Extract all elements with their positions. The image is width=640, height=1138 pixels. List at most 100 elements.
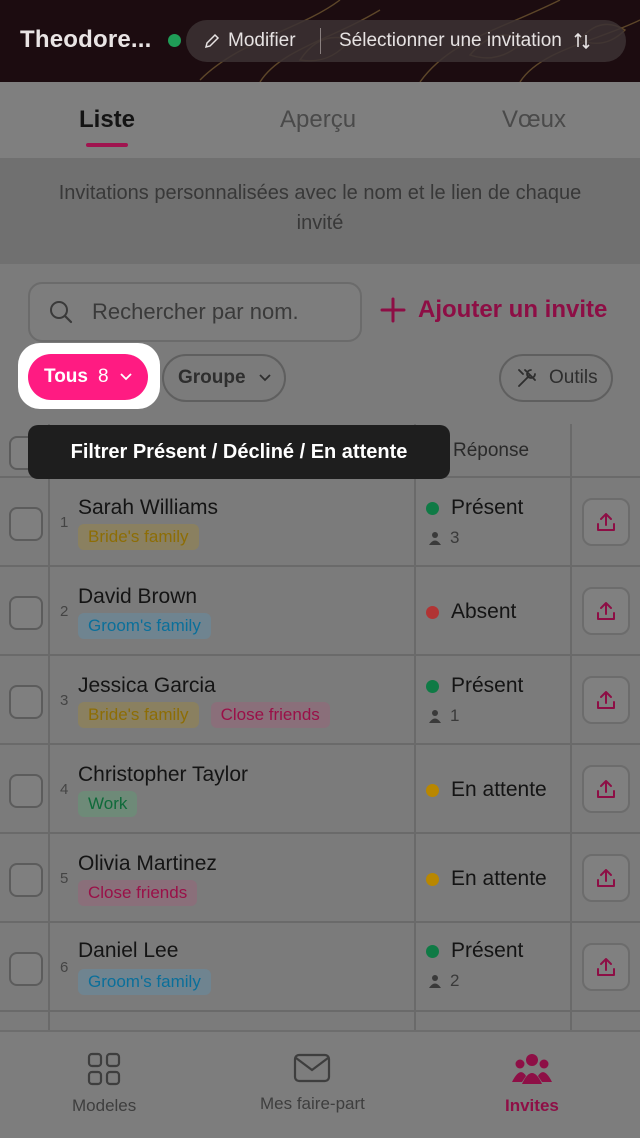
response-status: Présent [426,496,523,520]
table-row[interactable]: 5 Olivia Martinez Close friends En atten… [0,834,640,923]
row-checkbox[interactable] [9,774,43,808]
tag-grooms-family: Groom's family [78,969,211,995]
share-button[interactable] [582,587,630,635]
status-label: Présent [451,674,524,697]
share-button[interactable] [582,854,630,902]
row-checkbox[interactable] [9,685,43,719]
table-row[interactable]: 1 Sarah Williams Bride's family Présent … [0,478,640,567]
status-label: En attente [451,778,547,801]
guest-table: Réponse 1 Sarah Williams Bride's family … [0,424,640,1030]
pending-dot [426,872,439,886]
active-tab-indicator [86,143,128,147]
select-invitation-label: Sélectionner une invitation [339,30,562,51]
search-placeholder: Rechercher par nom. [92,299,299,324]
share-button[interactable] [582,943,630,991]
table-row[interactable]: 6 Daniel Lee Groom's family Présent 2 [0,923,640,1012]
bottom-navigation: Modeles Mes faire-part Invites [0,1030,640,1138]
status-filter-count: 8 [97,366,109,387]
guest-tags: Groom's family [78,613,211,639]
guest-name: David Brown [78,585,198,608]
share-button[interactable] [582,676,630,724]
row-number: 5 [60,870,69,887]
tab-liste[interactable]: Liste [79,106,135,134]
share-button[interactable] [582,498,630,546]
guest-name: Daniel Lee [78,939,179,962]
row-checkbox[interactable] [9,952,43,986]
tab-voeux[interactable]: Vœux [502,106,566,134]
filter-tooltip: Filtrer Présent / Décliné / En attente [28,425,450,479]
tools-icon [518,369,536,387]
row-number: 1 [60,514,69,531]
person-icon [429,710,441,723]
tag-grooms-family: Groom's family [78,613,211,639]
guest-tags: Bride's family [78,524,199,550]
guest-tags: Close friends [78,880,198,906]
plus-icon [380,297,406,323]
guest-tags: Work [78,791,138,817]
header-actions: Modifier Sélectionner une invitation [186,20,626,62]
app-header: Theodore... Modifier Sélectionner une in… [0,0,640,82]
nav-mes-faire-part[interactable]: Mes faire-part [260,1052,365,1114]
chevron-down-icon [258,374,271,382]
status-filter-dropdown[interactable]: Tous 8 [28,354,148,400]
edit-button[interactable]: Modifier [186,30,320,52]
tools-button[interactable]: Outils [499,354,613,402]
tag-close-friends: Close friends [210,702,330,728]
response-status: Absent [426,600,516,624]
guest-tags: Groom's family [78,969,211,995]
row-checkbox[interactable] [9,863,43,897]
row-checkbox[interactable] [9,596,43,630]
row-checkbox[interactable] [9,507,43,541]
info-banner: Invitations personnalisées avec le nom e… [0,158,640,264]
add-guest-button[interactable]: Ajouter un invite [380,296,607,324]
sort-arrows-icon [574,32,590,50]
status-label: Présent [451,939,524,962]
response-status: Présent [426,939,523,963]
share-button[interactable] [582,765,630,813]
row-number: 3 [60,692,69,709]
group-filter-dropdown[interactable]: Groupe [162,354,286,402]
response-status: En attente [426,778,547,802]
guest-count-value: 3 [450,528,460,547]
pencil-icon [204,33,220,49]
share-icon [597,780,615,798]
guest-count-value: 2 [450,971,460,990]
guest-tags: Bride's family Close friends [78,702,330,728]
response-column-header: Réponse [453,440,530,461]
grid-icon [88,1052,121,1086]
status-filter-label: Tous [44,366,88,387]
status-label: Présent [451,496,524,519]
guest-name: Jessica Garcia [78,674,216,697]
filter-highlight: Tous 8 [18,343,160,409]
nav-invites[interactable]: Invites [505,1052,559,1116]
share-icon [597,869,615,887]
tab-apercu[interactable]: Aperçu [280,106,356,134]
search-icon [50,301,73,324]
row-number: 4 [60,781,69,798]
select-invitation-button[interactable]: Sélectionner une invitation [321,30,592,52]
table-row[interactable]: 4 Christopher Taylor Work En attente [0,745,640,834]
person-icon [429,975,441,988]
invitation-title: Theodore... [20,26,152,53]
status-dot [168,34,181,47]
guest-count: 2 [428,971,459,991]
table-row[interactable]: 2 David Brown Groom's family Absent [0,567,640,656]
tag-work: Work [78,791,138,817]
response-status: Présent [426,674,523,698]
status-label: En attente [451,867,547,890]
absent-dot [426,605,439,619]
nav-modeles[interactable]: Modeles [72,1052,136,1116]
view-tabs: Liste Aperçu Vœux [0,82,640,158]
tag-close-friends: Close friends [78,880,198,906]
row-number: 6 [60,959,69,976]
nav-label: Modeles [72,1096,137,1115]
present-dot [426,501,439,515]
chevron-down-icon [119,373,132,381]
guest-name: Olivia Martinez [78,852,217,875]
search-input[interactable]: Rechercher par nom. [28,282,362,342]
present-dot [426,679,439,693]
guest-count: 1 [428,706,459,726]
add-guest-label: Ajouter un invite [418,296,608,323]
share-icon [597,958,615,976]
table-row[interactable]: 3 Jessica Garcia Bride's family Close fr… [0,656,640,745]
